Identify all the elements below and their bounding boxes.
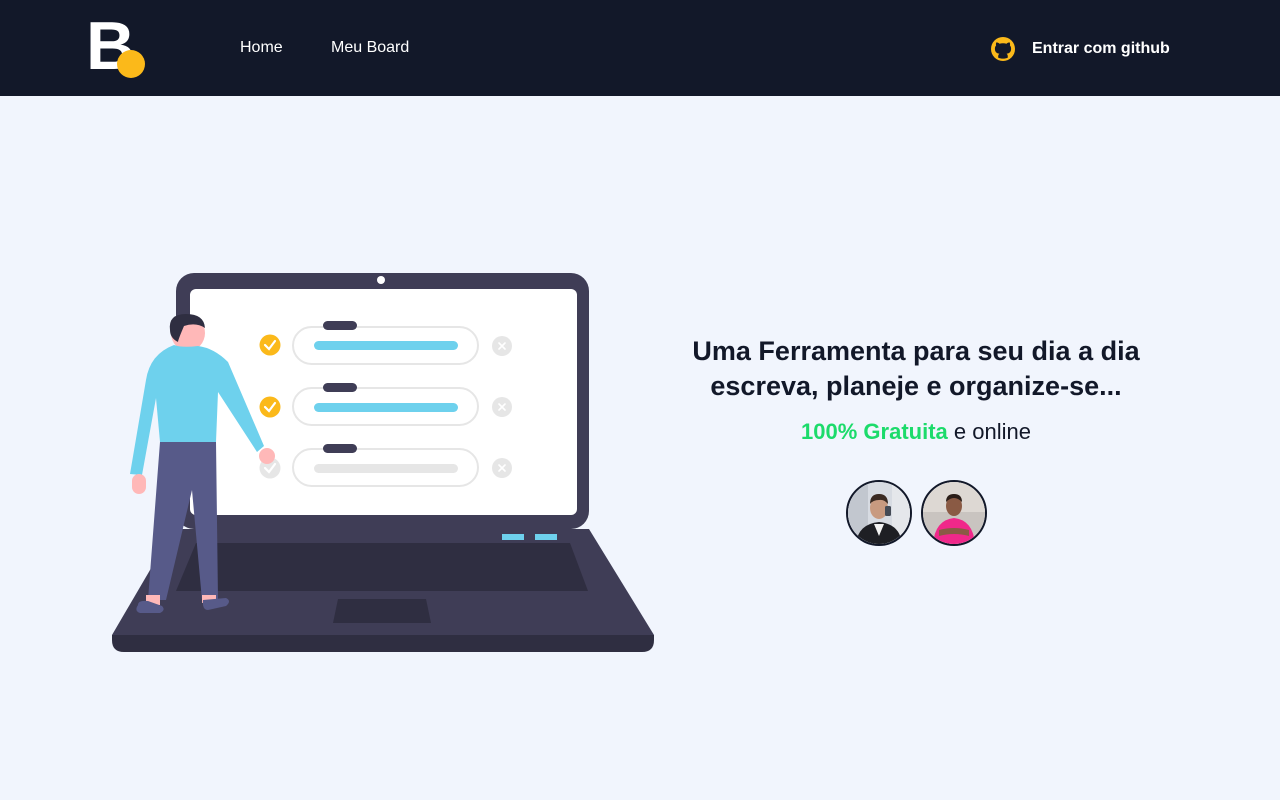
- hero-headline-line1: Uma Ferramenta para seu dia a dia: [692, 336, 1140, 366]
- hero-headline-line2: escreva, planeje e organize-se...: [710, 371, 1122, 401]
- logo-dot: [117, 50, 145, 78]
- nav-home-link[interactable]: Home: [240, 38, 283, 58]
- hero-subline: 100% Gratuita e online: [616, 418, 1216, 446]
- nav-meu-board-link[interactable]: Meu Board: [331, 38, 409, 58]
- app-logo[interactable]: B: [86, 12, 148, 80]
- github-icon: [988, 34, 1018, 64]
- github-login-button[interactable]: Entrar com github: [988, 34, 1170, 64]
- subline-rest: e online: [953, 419, 1031, 444]
- author-avatars: [846, 480, 990, 546]
- hero-text: Uma Ferramenta para seu dia a dia escrev…: [616, 334, 1216, 446]
- github-login-label: Entrar com github: [1032, 40, 1170, 57]
- free-highlight: 100% Gratuita: [801, 419, 948, 444]
- avatar[interactable]: [921, 480, 987, 546]
- hero-illustration: [108, 270, 660, 656]
- hero-headline: Uma Ferramenta para seu dia a dia escrev…: [616, 334, 1216, 404]
- avatar[interactable]: [846, 480, 912, 546]
- top-navbar: B Home Meu Board Entrar com github: [0, 0, 1280, 96]
